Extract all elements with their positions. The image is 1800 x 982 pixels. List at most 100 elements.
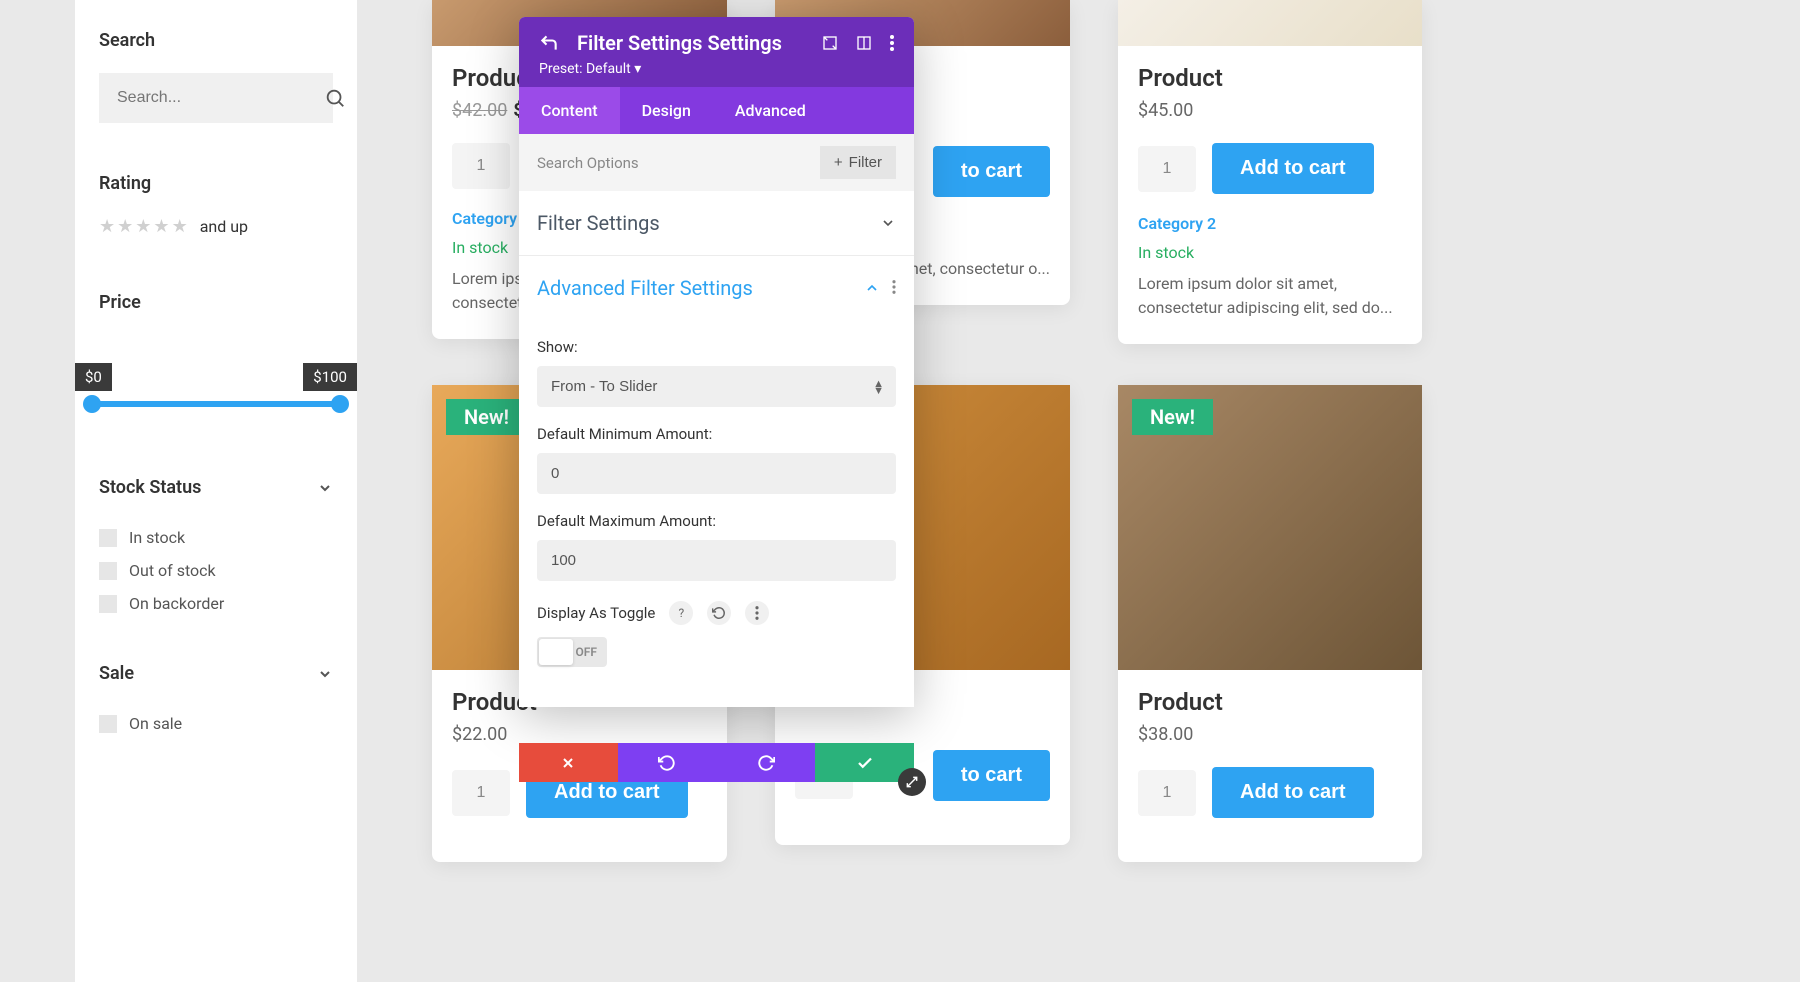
advanced-filter-settings-section[interactable]: Advanced Filter Settings xyxy=(519,256,914,320)
new-badge: New! xyxy=(1132,399,1213,435)
redo-button[interactable] xyxy=(717,743,816,782)
rating-heading: Rating xyxy=(99,173,333,194)
slider-track[interactable] xyxy=(85,401,347,407)
advanced-settings-body: Show: From - To Slider ▲▼ Default Minimu… xyxy=(519,338,914,707)
product-title: Product xyxy=(1138,688,1402,716)
action-bar xyxy=(519,743,914,782)
columns-icon[interactable] xyxy=(856,35,872,51)
tab-advanced[interactable]: Advanced xyxy=(713,87,828,134)
search-box[interactable] xyxy=(99,73,333,123)
sale-options: On sale xyxy=(99,714,333,733)
stock-heading: Stock Status xyxy=(99,477,201,498)
star-icon[interactable]: ★ xyxy=(172,216,188,237)
star-icon[interactable]: ★ xyxy=(153,216,169,237)
product-card: New! Product $38.00 Add to cart xyxy=(1118,385,1422,862)
price-max-label: $100 xyxy=(303,363,357,391)
checkbox-icon[interactable] xyxy=(99,715,117,733)
tab-content[interactable]: Content xyxy=(519,87,620,134)
plus-icon: + xyxy=(834,154,843,171)
category-link[interactable]: Category 2 xyxy=(1138,214,1402,233)
section-title: Advanced Filter Settings xyxy=(537,276,753,300)
min-input[interactable] xyxy=(537,453,896,494)
preset-selector[interactable]: Preset: Default ▾ xyxy=(539,61,894,77)
price-heading: Price xyxy=(99,292,333,313)
chevron-down-icon xyxy=(880,215,896,231)
stock-status-header[interactable]: Stock Status xyxy=(99,477,333,498)
new-badge: New! xyxy=(446,399,527,435)
sale-header[interactable]: Sale xyxy=(99,663,333,684)
undo-button[interactable] xyxy=(618,743,717,782)
search-input[interactable] xyxy=(117,89,324,107)
tab-design[interactable]: Design xyxy=(620,87,713,134)
display-toggle[interactable]: OFF xyxy=(537,637,607,667)
chevron-up-icon xyxy=(864,280,880,296)
select-arrows-icon: ▲▼ xyxy=(873,380,884,394)
product-title: Product xyxy=(1138,64,1402,92)
chevron-down-icon xyxy=(317,666,333,682)
product-price: $45.00 xyxy=(1138,100,1402,121)
reset-icon[interactable] xyxy=(707,601,731,625)
quantity-input[interactable] xyxy=(452,770,510,816)
panel-title: Filter Settings Settings xyxy=(577,31,804,55)
and-up-label: and up xyxy=(200,217,248,236)
settings-panel: Filter Settings Settings Preset: Default… xyxy=(519,17,914,707)
star-icon[interactable]: ★ xyxy=(117,216,133,237)
min-label: Default Minimum Amount: xyxy=(537,425,896,443)
rating-row[interactable]: ★ ★ ★ ★ ★ and up xyxy=(99,216,333,237)
checkbox-icon[interactable] xyxy=(99,562,117,580)
stars[interactable]: ★ ★ ★ ★ ★ xyxy=(99,216,188,237)
price-min-label: $0 xyxy=(75,363,112,391)
checkbox-icon[interactable] xyxy=(99,529,117,547)
slider-handle-min[interactable] xyxy=(83,395,101,413)
add-to-cart-button[interactable]: to cart xyxy=(933,750,1050,801)
stock-opt-backorder[interactable]: On backorder xyxy=(99,594,333,613)
help-icon[interactable]: ? xyxy=(669,601,693,625)
sidebar: Search Rating ★ ★ ★ ★ ★ and up Price $0 … xyxy=(75,0,357,982)
product-image xyxy=(1118,0,1422,46)
back-icon[interactable] xyxy=(539,33,559,53)
search-heading: Search xyxy=(99,30,333,51)
section-title: Filter Settings xyxy=(537,211,660,235)
sale-heading: Sale xyxy=(99,663,134,684)
toggle-knob xyxy=(539,639,573,665)
stock-label: In stock xyxy=(1138,243,1402,262)
menu-icon[interactable] xyxy=(890,35,894,51)
filter-button[interactable]: +Filter xyxy=(820,146,896,179)
star-icon[interactable]: ★ xyxy=(99,216,115,237)
add-to-cart-button[interactable]: Add to cart xyxy=(1212,143,1374,194)
chevron-down-icon xyxy=(317,480,333,496)
stock-opt-instock[interactable]: In stock xyxy=(99,528,333,547)
add-to-cart-button[interactable]: to cart xyxy=(933,146,1050,197)
sale-opt-onsale[interactable]: On sale xyxy=(99,714,333,733)
search-options-row: Search Options +Filter xyxy=(519,134,914,191)
menu-icon[interactable] xyxy=(892,280,896,296)
stock-opt-outofstock[interactable]: Out of stock xyxy=(99,561,333,580)
product-card: Product $45.00 Add to cart Category 2 In… xyxy=(1118,0,1422,344)
checkbox-icon[interactable] xyxy=(99,595,117,613)
close-button[interactable] xyxy=(519,743,618,782)
resize-handle[interactable] xyxy=(898,768,926,796)
quantity-input[interactable] xyxy=(452,143,510,189)
expand-icon[interactable] xyxy=(822,35,838,51)
add-to-cart-button[interactable]: Add to cart xyxy=(1212,767,1374,818)
price-slider[interactable]: $0 $100 xyxy=(99,363,333,407)
panel-tabs: Content Design Advanced xyxy=(519,87,914,134)
search-options-label[interactable]: Search Options xyxy=(537,154,639,172)
menu-icon[interactable] xyxy=(745,601,769,625)
star-icon[interactable]: ★ xyxy=(135,216,151,237)
stock-options: In stock Out of stock On backorder xyxy=(99,528,333,613)
product-description: Lorem ipsum dolor sit amet, consectetur … xyxy=(1138,272,1402,320)
slider-handle-max[interactable] xyxy=(331,395,349,413)
show-select[interactable]: From - To Slider xyxy=(537,366,896,407)
search-icon[interactable] xyxy=(324,87,346,109)
product-price: $38.00 xyxy=(1138,724,1402,745)
show-label: Show: xyxy=(537,338,896,356)
quantity-input[interactable] xyxy=(1138,146,1196,192)
quantity-input[interactable] xyxy=(1138,770,1196,816)
panel-header: Filter Settings Settings Preset: Default… xyxy=(519,17,914,87)
product-price: $22.00 xyxy=(452,724,707,745)
max-label: Default Maximum Amount: xyxy=(537,512,896,530)
toggle-label: Display As Toggle xyxy=(537,604,655,622)
max-input[interactable] xyxy=(537,540,896,581)
filter-settings-section[interactable]: Filter Settings xyxy=(519,191,914,256)
